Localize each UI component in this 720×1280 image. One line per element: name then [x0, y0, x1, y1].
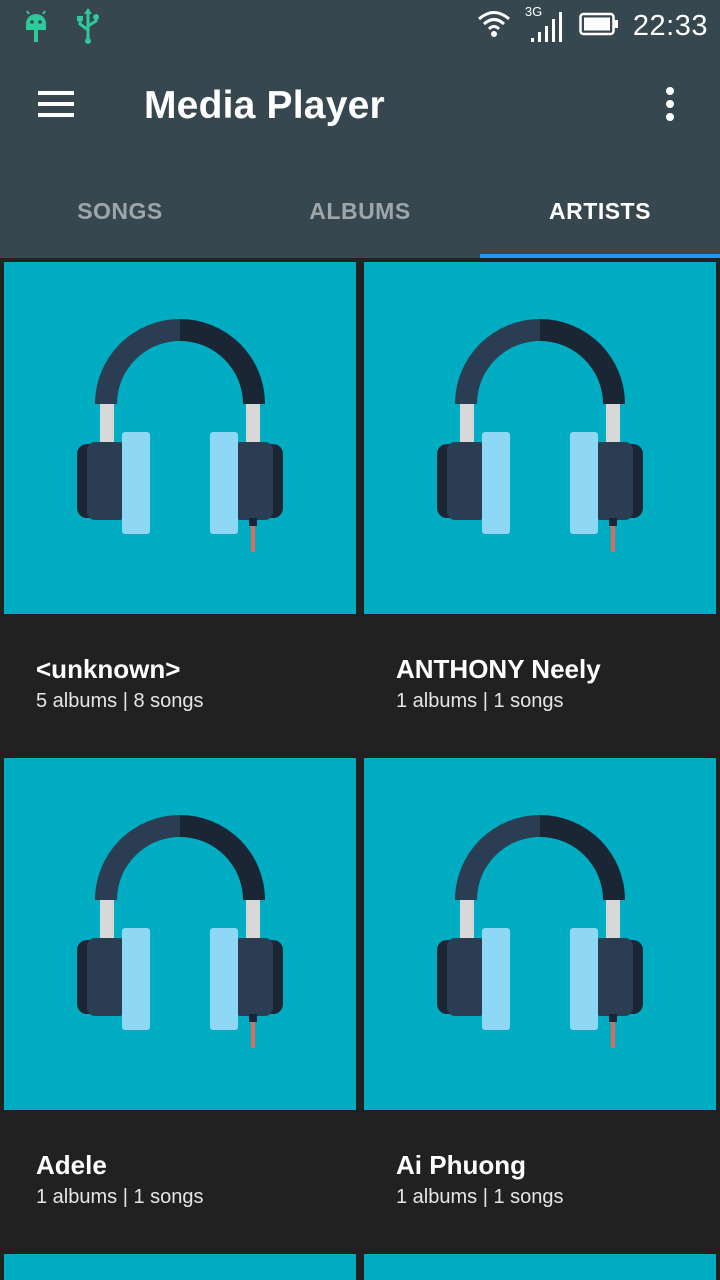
artist-card[interactable]	[4, 1254, 356, 1280]
artist-name: Ai Phuong	[396, 1150, 526, 1180]
artist-meta: 1 albums | 1 songs	[396, 690, 564, 712]
artist-art	[4, 758, 356, 1110]
artist-card[interactable]	[364, 1254, 716, 1280]
artist-name: <unknown>	[36, 654, 181, 684]
artist-meta: 1 albums | 1 songs	[396, 1186, 564, 1208]
headphones-icon	[437, 318, 643, 559]
artist-card[interactable]: <unknown> 5 albums | 8 songs	[4, 262, 356, 758]
headphones-icon	[77, 318, 283, 559]
artist-meta: 1 albums | 1 songs	[36, 1186, 204, 1208]
status-time: 22:33	[632, 9, 708, 42]
artist-art	[364, 1254, 716, 1280]
artist-card[interactable]: ANTHONY Neely 1 albums | 1 songs	[364, 262, 716, 758]
more-options-button[interactable]	[642, 78, 698, 134]
headphones-icon	[77, 814, 283, 1055]
artist-name: Adele	[36, 1150, 107, 1180]
app-title: Media Player	[144, 84, 385, 127]
artist-card[interactable]: Ai Phuong 1 albums | 1 songs	[364, 758, 716, 1254]
tab-artists[interactable]: ARTISTS	[480, 164, 720, 258]
menu-button[interactable]	[24, 78, 88, 134]
artist-card[interactable]: Adele 1 albums | 1 songs	[4, 758, 356, 1254]
artist-art	[4, 262, 356, 614]
artist-art	[4, 1254, 356, 1280]
artist-name: ANTHONY Neely	[396, 654, 601, 684]
tab-bar: SONGS ALBUMS ARTISTS	[0, 164, 720, 258]
wifi-icon	[477, 10, 511, 43]
tab-songs[interactable]: SONGS	[0, 164, 240, 258]
artist-art	[364, 758, 716, 1110]
usb-icon	[74, 8, 102, 49]
menu-icon	[36, 89, 76, 124]
network-type-label: 3G	[524, 4, 543, 19]
headphones-icon	[437, 814, 643, 1055]
artist-art	[364, 262, 716, 614]
tab-albums[interactable]: ALBUMS	[240, 164, 480, 258]
battery-icon	[579, 12, 619, 41]
more-vert-icon	[664, 86, 676, 127]
signal-icon: 3G	[524, 4, 565, 46]
artist-meta: 5 albums | 8 songs	[36, 690, 204, 712]
media-player-screen: 3G 22:33 Media Player SONGS ALBUMS ARTIS…	[0, 0, 720, 1280]
artist-grid: <unknown> 5 albums | 8 songs ANTHONY Nee…	[0, 258, 720, 1280]
status-bar: 3G 22:33	[0, 0, 720, 52]
app-bar: Media Player	[0, 52, 720, 164]
android-icon	[22, 8, 50, 49]
